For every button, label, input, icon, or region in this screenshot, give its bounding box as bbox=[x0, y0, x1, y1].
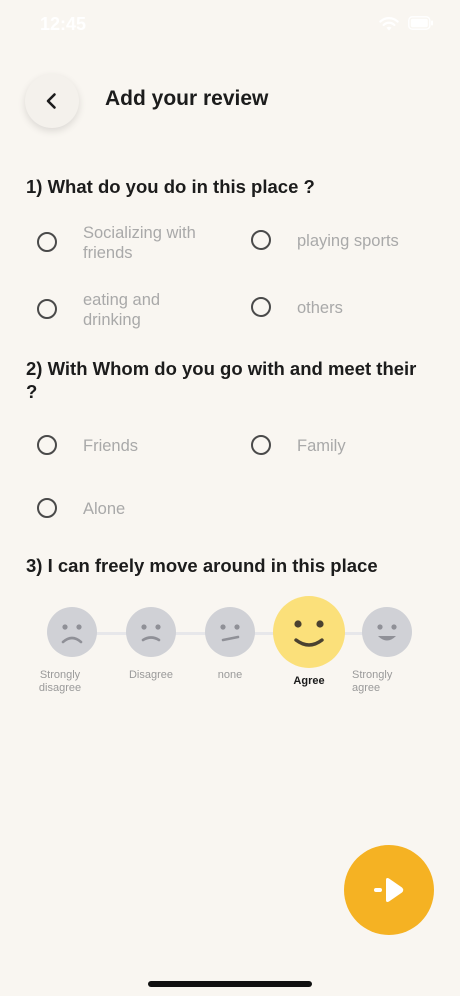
option-label: Friends bbox=[83, 437, 139, 455]
option-playing-sports[interactable]: playing sports bbox=[251, 230, 399, 251]
option-label: Alone bbox=[83, 500, 126, 518]
scale-label-agree: Agree bbox=[293, 675, 325, 687]
option-label: playing sports bbox=[297, 232, 399, 250]
home-indicator bbox=[148, 981, 312, 987]
radio-button[interactable] bbox=[37, 435, 57, 455]
radio-button[interactable] bbox=[37, 232, 57, 252]
very-happy-face-icon bbox=[377, 624, 397, 641]
option-label: eating and drinking bbox=[83, 291, 161, 329]
happy-face-icon bbox=[294, 620, 324, 647]
agree-face-selected[interactable] bbox=[273, 596, 345, 668]
radio-button[interactable] bbox=[251, 297, 271, 317]
strongly-disagree-face[interactable] bbox=[47, 607, 97, 657]
option-friends[interactable]: Friends bbox=[37, 435, 138, 456]
option-label: Family bbox=[297, 437, 346, 455]
scale-label-strongly-agree: Strongly agree bbox=[352, 669, 393, 694]
question-1-title: 1) What do you do in this place ? bbox=[26, 176, 315, 197]
battery-icon bbox=[408, 16, 433, 30]
scale-label-none: none bbox=[217, 669, 243, 681]
option-eating-and-drinking[interactable]: eating and drinking bbox=[37, 290, 193, 330]
option-label: Socializing with friends bbox=[83, 224, 196, 262]
status-bar: 12:45 bbox=[0, 0, 460, 50]
status-time: 12:45 bbox=[40, 14, 87, 34]
option-socializing-with-friends[interactable]: Socializing with friends bbox=[37, 223, 223, 263]
option-others[interactable]: others bbox=[251, 297, 343, 318]
wifi-icon bbox=[379, 17, 399, 31]
radio-button[interactable] bbox=[37, 498, 57, 518]
arrow-right-icon bbox=[374, 878, 404, 902]
sad-face-icon bbox=[141, 624, 161, 642]
neutral-face-icon bbox=[220, 624, 240, 642]
question-2-title: 2) With Whom do you go with and meet the… bbox=[26, 358, 417, 402]
back-button[interactable] bbox=[25, 74, 79, 128]
next-button[interactable] bbox=[344, 845, 434, 935]
disagree-face[interactable] bbox=[126, 607, 176, 657]
page-title: Add your review bbox=[105, 87, 269, 110]
radio-button[interactable] bbox=[37, 299, 57, 319]
question-3-title: 3) I can freely move around in this plac… bbox=[26, 555, 378, 576]
scale-label-disagree: Disagree bbox=[128, 669, 174, 681]
chevron-left-icon bbox=[46, 93, 56, 109]
scale-label-strongly-disagree: Strongly disagree bbox=[38, 669, 82, 694]
radio-button[interactable] bbox=[251, 435, 271, 455]
very-sad-face-icon bbox=[61, 624, 83, 644]
option-family[interactable]: Family bbox=[251, 435, 346, 456]
neutral-face[interactable] bbox=[205, 607, 255, 657]
radio-button[interactable] bbox=[251, 230, 271, 250]
option-alone[interactable]: Alone bbox=[37, 498, 125, 519]
option-label: others bbox=[297, 299, 343, 317]
strongly-agree-face[interactable] bbox=[362, 607, 412, 657]
